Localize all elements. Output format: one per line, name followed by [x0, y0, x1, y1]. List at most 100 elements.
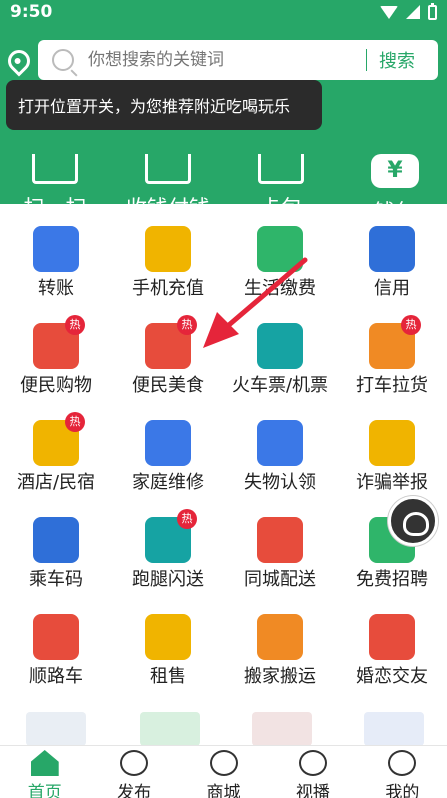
service-delivery-truck[interactable]: 同城配送 [224, 495, 336, 592]
transfer-icon [33, 226, 79, 272]
hotel-icon: 热 [33, 412, 85, 466]
home-icon [30, 750, 59, 776]
service-phone-recharge[interactable]: 手机充值 [112, 204, 224, 301]
service-label: 乘车码 [29, 569, 83, 590]
service-label: 打车拉货 [356, 375, 428, 396]
search-icon [52, 49, 74, 71]
service-moving[interactable]: 搬家搬运 [224, 592, 336, 689]
service-hotel[interactable]: 热酒店/民宿 [0, 398, 112, 495]
hot-badge: 热 [401, 315, 421, 335]
service-label: 生活缴费 [244, 278, 316, 299]
service-fraud-report[interactable]: 诈骗举报 [336, 398, 447, 495]
search-input[interactable] [88, 50, 358, 70]
service-label: 手机充值 [132, 278, 204, 299]
service-ride-share[interactable]: 顺路车 [0, 592, 112, 689]
fraud-report-icon [369, 420, 415, 466]
tab-mall[interactable]: 商城 [179, 746, 268, 798]
location-icon[interactable] [3, 45, 35, 77]
search-button[interactable]: 搜索 [379, 47, 415, 73]
shopping-cart-icon: 热 [33, 315, 85, 369]
service-home-repair[interactable]: 家庭维修 [112, 398, 224, 495]
customer-service-button[interactable] [388, 496, 438, 546]
service-label: 家庭维修 [132, 472, 204, 493]
service-label: 火车票/机票 [231, 375, 329, 396]
food-bowl-icon: 热 [145, 315, 197, 369]
bill-payment-icon [257, 226, 303, 272]
bottom-tab-bar: 首页 发布 商城 视播 我的 [0, 745, 447, 798]
service-lost-found[interactable]: 失物认领 [224, 398, 336, 495]
service-label: 诈骗举报 [356, 472, 428, 493]
tab-publish-label: 发布 [117, 783, 152, 798]
service-courier[interactable]: 热跑腿闪送 [112, 495, 224, 592]
tab-profile[interactable]: 我的 [358, 746, 447, 798]
search-bar[interactable]: 搜索 [38, 40, 438, 80]
service-train-plane[interactable]: 火车票/机票 [224, 301, 336, 398]
status-bar: 9:50 [0, 0, 447, 24]
hot-badge: 热 [65, 412, 85, 432]
service-dating[interactable]: 婚恋交友 [336, 592, 447, 689]
courier-icon: 热 [145, 509, 197, 563]
tab-profile-label: 我的 [385, 783, 420, 798]
service-transfer[interactable]: 转账 [0, 204, 112, 301]
service-label: 搬家搬运 [244, 666, 316, 687]
hot-badge: 热 [177, 509, 197, 529]
partial-service-icon-4[interactable] [364, 712, 424, 746]
video-icon [298, 750, 327, 776]
service-credit[interactable]: 信用 [336, 204, 447, 301]
service-label: 酒店/民宿 [16, 472, 96, 493]
tab-video[interactable]: 视播 [268, 746, 357, 798]
search-divider [366, 49, 367, 71]
mall-icon [209, 750, 238, 776]
tab-home[interactable]: 首页 [0, 746, 89, 798]
service-label: 同城配送 [244, 569, 316, 590]
service-bus-code[interactable]: 乘车码 [0, 495, 112, 592]
service-label: 信用 [374, 278, 410, 299]
service-car[interactable]: 热打车拉货 [336, 301, 447, 398]
service-label: 转账 [38, 278, 74, 299]
service-grid: 转账 手机充值 生活缴费 信用热便民购物热便民美食 火车票/机票热打车拉货热酒店/民宿家… [0, 204, 447, 744]
ride-share-icon [33, 614, 79, 660]
credit-icon [369, 226, 415, 272]
service-rent[interactable]: 租售 [112, 592, 224, 689]
partial-service-icon-3[interactable] [252, 712, 312, 746]
profile-icon [388, 750, 417, 776]
service-label: 失物认领 [244, 472, 316, 493]
phone-recharge-icon [145, 226, 191, 272]
publish-icon [120, 750, 149, 776]
status-icons [380, 2, 437, 20]
scan-icon [32, 154, 78, 184]
tab-home-label: 首页 [27, 783, 62, 798]
home-repair-icon [145, 420, 191, 466]
recycle-icon[interactable] [140, 712, 200, 746]
hot-badge: 热 [177, 315, 197, 335]
service-label: 便民购物 [20, 375, 92, 396]
tab-video-label: 视播 [295, 783, 330, 798]
bus-code-icon [33, 517, 79, 563]
pay-icon [145, 154, 191, 184]
card-icon [258, 154, 304, 184]
service-label: 跑腿闪送 [132, 569, 204, 590]
signal-icon [406, 5, 420, 19]
rent-icon [145, 614, 191, 660]
lost-found-icon [257, 420, 303, 466]
service-label: 婚恋交友 [356, 666, 428, 687]
service-food-bowl[interactable]: 热便民美食 [112, 301, 224, 398]
service-shopping-cart[interactable]: 热便民购物 [0, 301, 112, 398]
tab-publish[interactable]: 发布 [89, 746, 178, 798]
status-time: 9:50 [10, 2, 53, 22]
tab-mall-label: 商城 [206, 783, 241, 798]
service-label: 免费招聘 [356, 569, 428, 590]
service-label: 顺路车 [29, 666, 83, 687]
car-icon: 热 [369, 315, 421, 369]
wallet-icon: ¥ [371, 154, 419, 188]
location-tooltip[interactable]: 打开位置开关，为您推荐附近吃喝玩乐 [6, 80, 322, 130]
dating-icon [369, 614, 415, 660]
service-label: 便民美食 [132, 375, 204, 396]
hot-badge: 热 [65, 315, 85, 335]
moving-icon [257, 614, 303, 660]
train-plane-icon [257, 323, 303, 369]
partial-service-icon-1[interactable] [26, 712, 86, 746]
wifi-icon [380, 5, 398, 19]
service-bill-payment[interactable]: 生活缴费 [224, 204, 336, 301]
battery-icon [428, 2, 437, 20]
